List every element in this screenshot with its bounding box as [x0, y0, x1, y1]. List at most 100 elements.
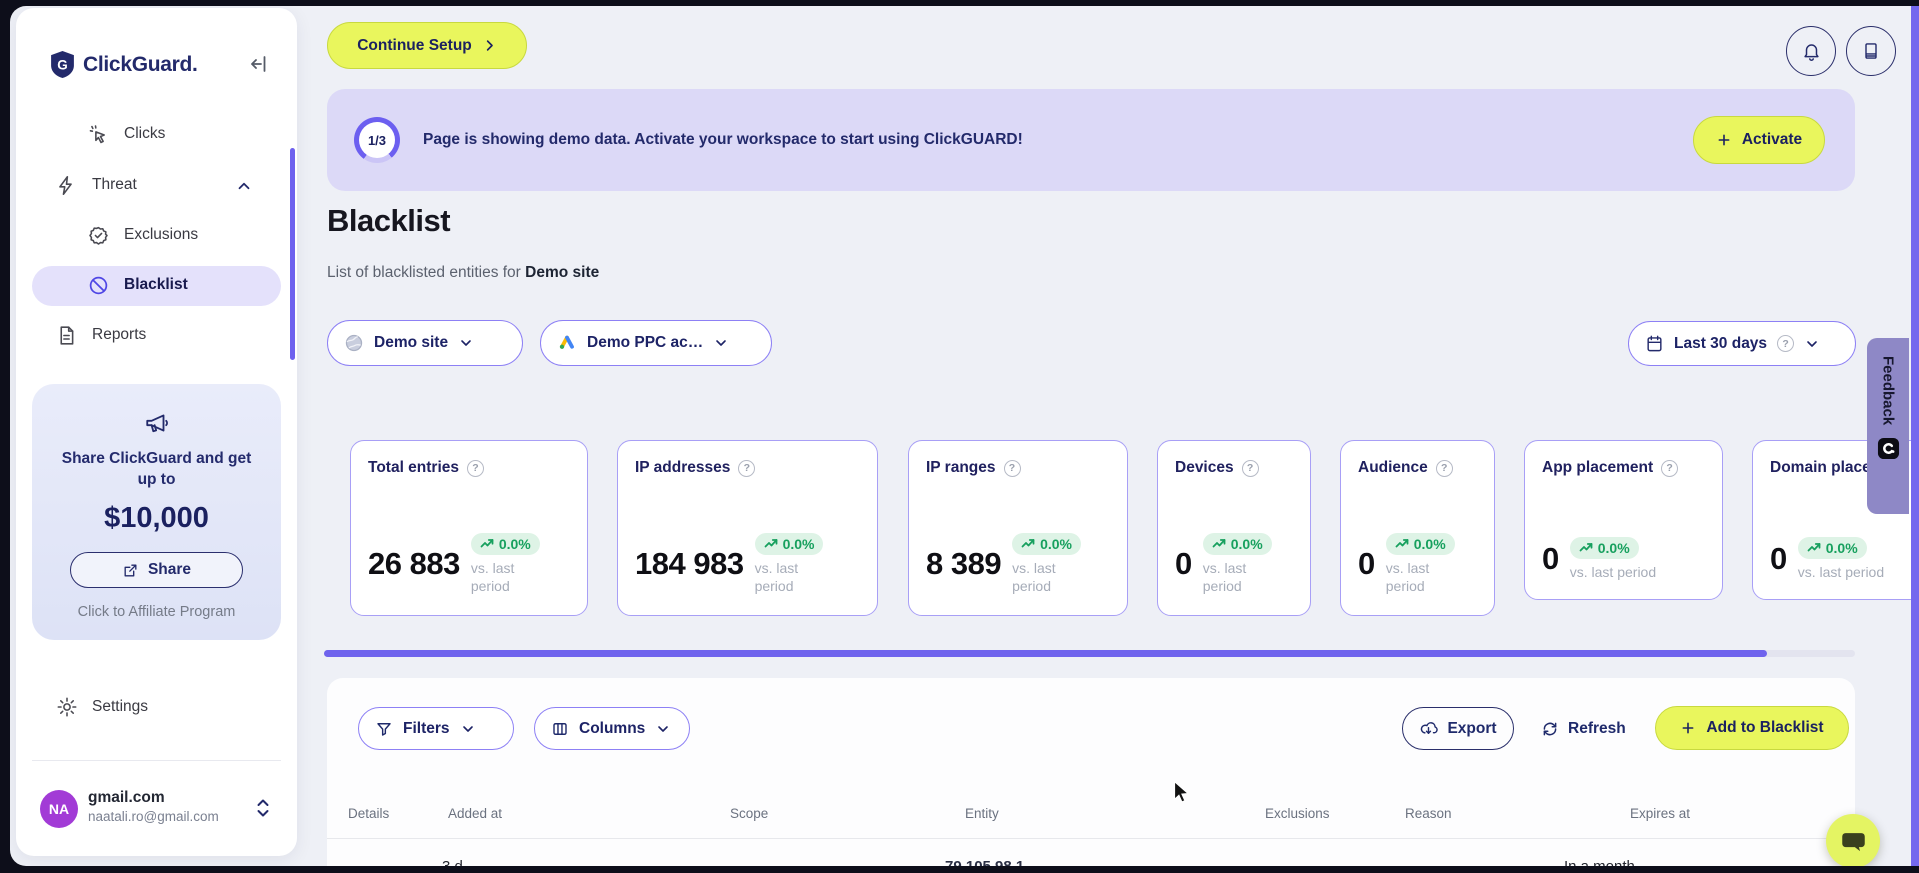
activate-button[interactable]: Activate — [1693, 116, 1825, 164]
demo-data-banner: 1/3 Page is showing demo data. Activate … — [327, 89, 1855, 191]
compare-label: vs. last period — [1569, 564, 1657, 580]
cell-added-at: 3 d — [442, 858, 463, 866]
column-header-entity[interactable]: Entity — [965, 806, 999, 821]
column-header-details[interactable]: Details — [348, 806, 389, 821]
badge-check-icon — [88, 225, 109, 246]
filters-label: Filters — [403, 719, 450, 737]
date-range-selector[interactable]: Last 30 days — [1628, 321, 1856, 366]
compare-label: vs. last period — [754, 560, 799, 594]
chevron-down-icon — [460, 721, 476, 737]
stat-label: IP addresses — [635, 459, 731, 476]
sidebar-scrollbar[interactable] — [290, 148, 295, 360]
gear-icon — [56, 696, 78, 718]
account-switcher-icon[interactable] — [254, 797, 272, 819]
stat-value: 0 — [1542, 541, 1559, 576]
sidebar-item-threat[interactable]: Threat — [16, 166, 297, 206]
stat-card-ip-ranges: IP ranges 8 389 0.0% vs. last period — [908, 440, 1128, 616]
calendar-icon — [1645, 334, 1664, 353]
feedback-tab[interactable]: Feedback — [1867, 338, 1909, 514]
stat-value: 184 983 — [635, 546, 744, 581]
feedback-label: Feedback — [1879, 356, 1897, 426]
refresh-button[interactable]: Refresh — [1541, 707, 1626, 750]
delta-badge: 0.0% — [754, 533, 824, 555]
help-icon[interactable] — [1435, 459, 1453, 477]
help-icon[interactable] — [467, 459, 485, 477]
help-icon[interactable] — [1661, 459, 1679, 477]
collapse-sidebar-icon[interactable] — [249, 54, 269, 74]
column-header-reason[interactable]: Reason — [1405, 806, 1452, 821]
date-range-value: Last 30 days — [1674, 334, 1768, 352]
activate-label: Activate — [1741, 131, 1803, 148]
ppc-account-selector[interactable]: Demo PPC ac… — [540, 320, 772, 366]
delta-badge: 0.0% — [1797, 537, 1867, 559]
svg-text:G: G — [57, 58, 67, 73]
refresh-label: Refresh — [1568, 719, 1626, 737]
delta-value: 0.0% — [1230, 536, 1263, 552]
cards-scrollbar-track[interactable] — [324, 650, 1855, 657]
chat-launcher-button[interactable] — [1826, 814, 1880, 866]
notifications-button[interactable] — [1786, 26, 1836, 76]
delta-value: 0.0% — [1825, 540, 1858, 556]
document-icon — [56, 325, 77, 346]
column-header-exclusions[interactable]: Exclusions — [1265, 806, 1330, 821]
external-link-icon — [122, 562, 139, 579]
sidebar-item-exclusions[interactable]: Exclusions — [16, 216, 297, 256]
divider — [32, 760, 281, 761]
sidebar-item-blacklist[interactable]: Blacklist — [16, 266, 297, 306]
sidebar-item-reports[interactable]: Reports — [16, 316, 297, 356]
page-subtitle-entity: Demo site — [525, 264, 600, 281]
blacklist-table-panel: Filters Columns Export Refresh Add to Bl… — [327, 678, 1855, 866]
avatar[interactable]: NA — [40, 790, 78, 828]
filters-button[interactable]: Filters — [358, 707, 514, 750]
delta-badge: 0.0% — [470, 533, 540, 555]
funnel-icon — [375, 720, 393, 738]
help-icon[interactable] — [738, 459, 756, 477]
ban-icon — [88, 275, 109, 296]
delta-badge: 0.0% — [1012, 533, 1081, 555]
column-header-added-at[interactable]: Added at — [448, 806, 502, 821]
export-label: Export — [1447, 719, 1497, 737]
site-selector[interactable]: Demo site — [327, 320, 523, 366]
stat-card-ip-addresses: IP addresses 184 983 0.0% vs. last perio… — [617, 440, 878, 616]
export-button[interactable]: Export — [1402, 707, 1514, 750]
stat-label: Audience — [1358, 459, 1428, 476]
columns-button[interactable]: Columns — [534, 707, 690, 750]
promo-footnote: Click to Affiliate Program — [77, 604, 236, 620]
account-name: gmail.com — [88, 789, 165, 806]
help-icon[interactable] — [1241, 459, 1259, 477]
lightning-icon — [56, 175, 77, 196]
sidebar-item-clicks[interactable]: Clicks — [16, 115, 297, 155]
compare-label: vs. last period — [1012, 560, 1056, 594]
logo: G ClickGuard. — [50, 50, 198, 79]
promo-headline: Share ClickGuard and get up to — [61, 450, 252, 488]
page-title: Blacklist — [327, 203, 451, 238]
sidebar: G ClickGuard. Clicks Threat Exclusions B… — [16, 8, 297, 856]
compare-label: vs. last period — [470, 560, 515, 594]
cards-scrollbar-thumb[interactable] — [324, 650, 1767, 657]
help-icon[interactable] — [1003, 459, 1021, 477]
stat-value: 8 389 — [926, 546, 1002, 581]
chevron-down-icon — [458, 335, 474, 351]
delta-value: 0.0% — [1597, 540, 1630, 556]
page-scrollbar[interactable] — [1911, 6, 1919, 866]
column-header-expires-at[interactable]: Expires at — [1630, 806, 1690, 821]
add-to-blacklist-button[interactable]: Add to Blacklist — [1655, 706, 1849, 750]
docs-button[interactable] — [1846, 26, 1896, 76]
logo-text: ClickGuard. — [83, 52, 198, 76]
delta-badge: 0.0% — [1385, 533, 1455, 555]
share-button[interactable]: Share — [70, 552, 243, 588]
plus-icon — [1716, 132, 1732, 148]
help-icon[interactable] — [1777, 335, 1795, 352]
setup-progress-ring: 1/3 — [354, 117, 400, 163]
sidebar-item-settings[interactable]: Settings — [56, 696, 148, 718]
continue-setup-button[interactable]: Continue Setup — [327, 22, 527, 69]
google-ads-icon — [557, 333, 577, 353]
affiliate-promo-card[interactable]: Share ClickGuard and get up to $10,000 S… — [32, 384, 281, 640]
compare-label: vs. last period — [1385, 560, 1430, 594]
cell-expires-at: In a month — [1564, 858, 1635, 866]
column-header-scope[interactable]: Scope — [730, 806, 768, 821]
setup-progress-step: 1/3 — [359, 122, 395, 158]
page-subtitle: List of blacklisted entities for Demo si… — [327, 264, 599, 282]
megaphone-icon — [32, 410, 281, 436]
chevron-up-icon[interactable] — [235, 177, 253, 195]
